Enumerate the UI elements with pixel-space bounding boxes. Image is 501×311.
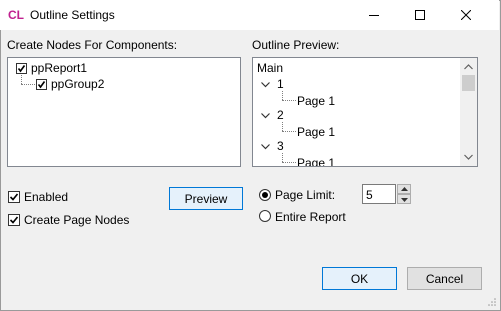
- preview-page-1-a: Page 1: [297, 94, 336, 108]
- preview-scrollbar[interactable]: [460, 58, 477, 166]
- title-bar: CL Outline Settings: [0, 0, 499, 30]
- resize-grip-icon[interactable]: [487, 297, 497, 307]
- scroll-down-icon[interactable]: [464, 154, 473, 160]
- preview-node-3: 3: [277, 139, 284, 153]
- cancel-button[interactable]: Cancel: [407, 267, 482, 290]
- scroll-up-icon[interactable]: [464, 64, 473, 70]
- ok-button[interactable]: OK: [322, 267, 397, 290]
- checkmark-icon: [17, 65, 26, 73]
- components-label: Create Nodes For Components:: [7, 38, 178, 52]
- tree-line: [282, 131, 296, 133]
- tree-line: [282, 153, 284, 162]
- tree-line: [282, 100, 296, 102]
- preview-page-1-c: Page 1: [297, 156, 336, 167]
- page-limit-input[interactable]: 5: [362, 184, 396, 204]
- scrollbar-thumb[interactable]: [462, 75, 475, 91]
- page-limit-spinner[interactable]: [397, 184, 411, 204]
- checkmark-icon: [9, 193, 19, 201]
- window-title: Outline Settings: [30, 8, 115, 22]
- app-logo: CL: [8, 8, 24, 22]
- preview-node-2: 2: [277, 108, 284, 122]
- tree-line: [282, 91, 284, 100]
- enabled-label: Enabled: [24, 190, 69, 204]
- create-page-nodes-checkbox[interactable]: [8, 214, 20, 226]
- preview-label: Outline Preview:: [252, 38, 340, 52]
- radio-selected-dot: [262, 192, 268, 198]
- close-button[interactable]: [443, 0, 489, 30]
- page-limit-radio[interactable]: [259, 189, 271, 201]
- component-checkbox-ppgroup2[interactable]: [36, 79, 47, 90]
- maximize-icon: [415, 10, 425, 20]
- close-icon: [461, 10, 471, 20]
- component-label-ppgroup2: ppGroup2: [51, 77, 105, 91]
- preview-root-node: Main: [257, 61, 284, 75]
- enabled-checkbox[interactable]: [8, 191, 20, 203]
- preview-button[interactable]: Preview: [169, 187, 243, 210]
- entire-report-radio[interactable]: [259, 210, 271, 222]
- outline-preview-tree[interactable]: Main 1 Page 1 2 Page 1 3 Page 1: [252, 57, 478, 167]
- checkmark-icon: [37, 81, 46, 89]
- spin-down-button[interactable]: [397, 194, 411, 204]
- preview-node-1: 1: [277, 77, 284, 91]
- spin-up-button[interactable]: [397, 184, 411, 194]
- spin-up-icon: [401, 187, 408, 191]
- page-limit-value: 5: [366, 188, 373, 202]
- components-tree[interactable]: ppReport1 ppGroup2: [7, 57, 241, 167]
- chevron-down-icon[interactable]: [261, 113, 270, 119]
- chevron-down-icon[interactable]: [261, 82, 270, 88]
- tree-line: [21, 84, 35, 86]
- minimize-button[interactable]: [351, 0, 397, 30]
- preview-page-1-b: Page 1: [297, 125, 336, 139]
- chevron-down-icon[interactable]: [261, 144, 270, 150]
- maximize-button[interactable]: [397, 0, 443, 30]
- tree-line: [21, 75, 23, 84]
- tree-line: [282, 162, 296, 164]
- spin-down-icon: [401, 198, 408, 202]
- entire-report-label: Entire Report: [275, 210, 346, 224]
- component-checkbox-ppreport1[interactable]: [16, 63, 27, 74]
- checkmark-icon: [9, 216, 19, 224]
- page-limit-label: Page Limit:: [275, 188, 336, 202]
- component-label-ppreport1: ppReport1: [31, 61, 88, 75]
- minimize-icon: [369, 15, 379, 16]
- create-page-nodes-label: Create Page Nodes: [24, 213, 130, 227]
- tree-line: [282, 122, 284, 131]
